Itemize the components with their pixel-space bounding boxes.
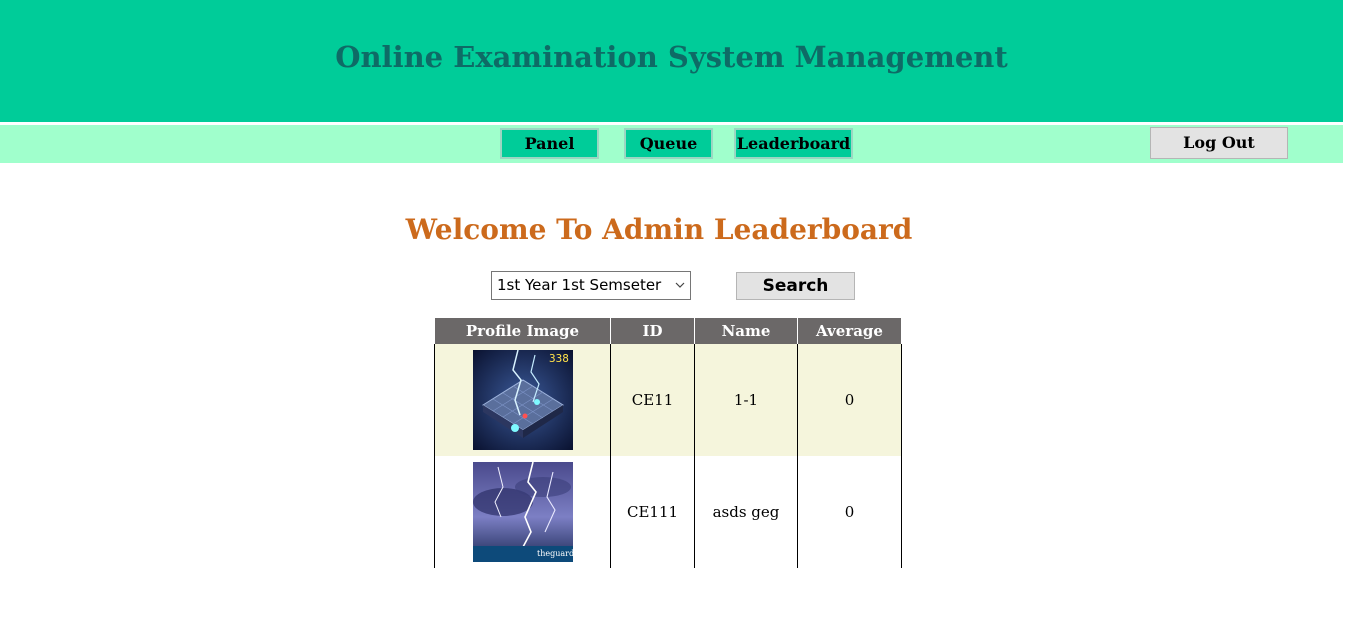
header-profile-image: Profile Image [434,318,611,344]
watermark-text: theguardian [537,549,573,558]
header-id: ID [610,318,695,344]
header-average: Average [797,318,902,344]
leaderboard-table: Profile Image ID Name Average 338 CE11 1… [434,318,902,568]
average-cell: 0 [797,344,902,456]
score-text: 338 [549,352,569,365]
profile-image-cell: theguardian [434,456,611,568]
table-row: theguardian CE111 asds geg 0 [434,456,902,568]
site-header: Online Examination System Management [0,0,1343,122]
chevron-down-icon [675,272,685,310]
nav-bar: Panel Queue Leaderboard Log Out [0,125,1343,163]
logout-button[interactable]: Log Out [1150,127,1288,159]
nav-panel-button[interactable]: Panel [500,128,599,159]
page-heading: Welcome To Admin Leaderboard [405,213,913,246]
name-cell: 1-1 [694,344,798,456]
site-title: Online Examination System Management [335,40,1008,74]
semester-select-value: 1st Year 1st Semseter [497,276,662,294]
nav-leaderboard-button[interactable]: Leaderboard [734,128,853,159]
table-row: 338 CE11 1-1 0 [434,344,902,456]
profile-image-cell: 338 [434,344,611,456]
lightning-storm-image: theguardian [472,462,573,562]
id-cell: CE11 [610,344,695,456]
header-name: Name [694,318,798,344]
search-button[interactable]: Search [736,272,855,300]
average-cell: 0 [797,456,902,568]
semester-select[interactable]: 1st Year 1st Semseter [491,271,691,300]
nav-queue-button[interactable]: Queue [624,128,713,159]
id-cell: CE111 [610,456,695,568]
table-header-row: Profile Image ID Name Average [434,318,902,344]
game-screenshot-image: 338 [472,350,573,450]
name-cell: asds geg [694,456,798,568]
